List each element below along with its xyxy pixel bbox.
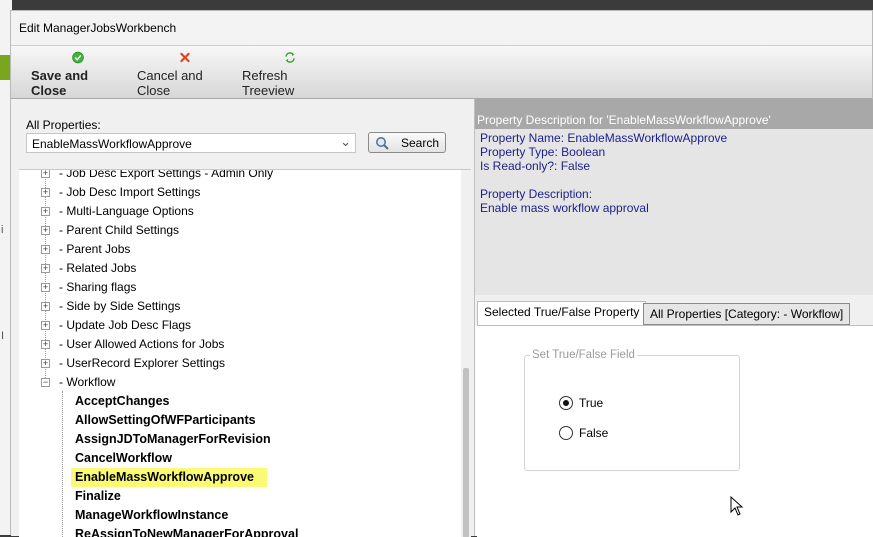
groupbox-title: Set True/False Field xyxy=(530,349,637,361)
property-tree[interactable]: + - Job Desc Export Settings - Admin Onl… xyxy=(19,169,471,537)
tree-leaf-label: CancelWorkflow xyxy=(75,451,173,465)
tree-leaf-label: ManageWorkflowInstance xyxy=(75,508,229,522)
background-text-fragment: I xyxy=(1,330,5,342)
tab-label: All Properties [Category: - Workflow] xyxy=(650,307,844,321)
tree-node-label: - Related Jobs xyxy=(59,261,137,275)
properties-panel: All Properties: EnableMassWorkflowApprov… xyxy=(11,99,474,537)
expand-icon[interactable]: + xyxy=(41,188,50,197)
tab-selected-true-false[interactable]: Selected True/False Property xyxy=(477,301,647,326)
tree-scrollbar-thumb[interactable] xyxy=(463,368,469,537)
expand-icon[interactable]: + xyxy=(41,283,50,292)
tree-leaf-label-selected: EnableMassWorkflowApprove xyxy=(71,468,267,487)
tab-label: Selected True/False Property xyxy=(484,305,640,319)
tree-leaf-label: AcceptChanges xyxy=(75,394,170,408)
false-radio-label[interactable]: False xyxy=(579,426,608,440)
description-body: Property Name: EnableMassWorkflowApprove… xyxy=(475,129,873,296)
tree-leaf-label: ReAssignToNewManagerForApproval xyxy=(75,527,299,537)
expand-icon[interactable]: + xyxy=(41,359,50,368)
save-and-close-label: Save and Close xyxy=(31,68,89,98)
false-radio[interactable] xyxy=(559,426,573,440)
true-radio-label[interactable]: True xyxy=(579,396,603,410)
property-select[interactable]: EnableMassWorkflowApprove ⌄ xyxy=(26,133,356,153)
tree-guide-line xyxy=(62,391,64,537)
tree-node-label: - Workflow xyxy=(59,375,116,389)
property-type-line: Property Type: Boolean xyxy=(480,145,606,159)
expand-icon[interactable]: + xyxy=(41,245,50,254)
property-readonly-line: Is Read-only?: False xyxy=(480,159,591,173)
check-icon xyxy=(72,51,84,64)
collapse-icon[interactable]: − xyxy=(41,378,50,387)
all-properties-label: All Properties: xyxy=(26,118,101,132)
tab-all-properties[interactable]: All Properties [Category: - Workflow] xyxy=(643,303,851,325)
expand-icon[interactable]: + xyxy=(41,226,50,235)
chevron-down-icon: ⌄ xyxy=(340,134,351,149)
refresh-treeview-label: Refresh Treeview xyxy=(242,68,295,98)
expand-icon[interactable]: + xyxy=(41,207,50,216)
search-button[interactable]: Search xyxy=(368,132,446,153)
tree-node-label: - UserRecord Explorer Settings xyxy=(59,356,226,370)
save-and-close-button[interactable]: Save and Close xyxy=(31,46,125,98)
property-name-line: Property Name: EnableMassWorkflowApprove xyxy=(480,131,728,145)
tab-content: Set True/False Field True False xyxy=(477,325,873,537)
description-header-text: Property Description for 'EnableMassWork… xyxy=(477,113,771,127)
tree-guide-line xyxy=(45,170,47,382)
tree-leaf-label: AllowSettingOfWFParticipants xyxy=(75,413,256,427)
refresh-treeview-button[interactable]: Refresh Treeview xyxy=(242,46,338,98)
tree-leaf-label: AssignJDToManagerForRevision xyxy=(75,432,271,446)
window-title: Edit ManagerJobsWorkbench xyxy=(19,21,177,35)
property-tabs: Selected True/False Property All Propert… xyxy=(475,295,873,537)
tab-bar: Selected True/False Property All Propert… xyxy=(475,295,873,326)
expand-icon[interactable]: + xyxy=(41,264,50,273)
property-description-label: Property Description: xyxy=(480,187,593,201)
tree-node-label: - Job Desc Import Settings xyxy=(59,185,201,199)
close-icon xyxy=(180,52,190,63)
tree-node-label: - Update Job Desc Flags xyxy=(59,318,192,332)
tree-scrollbar[interactable] xyxy=(461,170,471,537)
tree-node-label: - Sharing flags xyxy=(59,280,137,294)
expand-icon[interactable]: + xyxy=(41,340,50,349)
title-bar: Edit ManagerJobsWorkbench xyxy=(11,11,872,45)
tree-leaf-label: Finalize xyxy=(75,489,121,503)
tree-node-label: - Job Desc Export Settings - Admin Only xyxy=(59,169,274,180)
search-icon xyxy=(376,136,389,150)
tree-node-label: - Side by Side Settings xyxy=(59,299,181,313)
tree-node-label: - Parent Jobs xyxy=(59,242,131,256)
cancel-and-close-label: Cancel and Close xyxy=(137,68,203,98)
tree-node-label: - Multi-Language Options xyxy=(59,204,194,218)
toolbar: Save and Close Cancel and Close Refresh … xyxy=(11,45,872,99)
edit-dialog: Edit ManagerJobsWorkbench Save and Close… xyxy=(10,10,873,537)
tree-node-label: - User Allowed Actions for Jobs xyxy=(59,337,225,351)
search-label: Search xyxy=(401,135,440,150)
expand-icon[interactable]: + xyxy=(41,170,50,178)
expand-icon[interactable]: + xyxy=(41,321,50,330)
refresh-icon xyxy=(285,52,295,63)
description-header: Property Description for 'EnableMassWork… xyxy=(475,99,873,129)
mouse-cursor-icon xyxy=(730,496,744,516)
property-description-text: Enable mass workflow approval xyxy=(480,201,649,215)
background-text-fragment: i xyxy=(1,224,4,236)
tree-node-label: - Parent Child Settings xyxy=(59,223,180,237)
true-false-groupbox: Set True/False Field True False xyxy=(524,349,740,471)
description-panel: Property Description for 'EnableMassWork… xyxy=(474,99,873,537)
cancel-and-close-button[interactable]: Cancel and Close xyxy=(137,46,233,98)
property-select-value: EnableMassWorkflowApprove xyxy=(32,137,192,151)
expand-icon[interactable]: + xyxy=(41,302,50,311)
true-radio[interactable] xyxy=(559,396,573,410)
